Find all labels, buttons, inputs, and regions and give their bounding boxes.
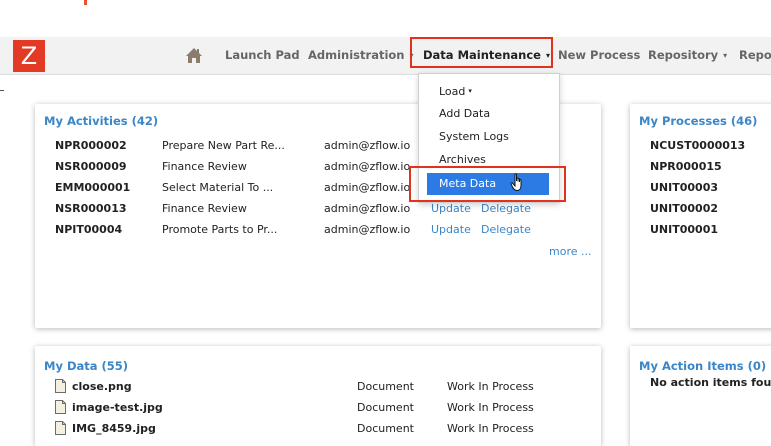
activity-user: admin@zflow.io <box>324 160 411 173</box>
nav-administration-label: Administration <box>308 48 405 62</box>
nav-repo-truncated[interactable]: Repo <box>739 37 771 74</box>
document-icon <box>55 400 66 414</box>
left-edge-tick <box>0 90 4 91</box>
activity-task: Promote Parts to Pr... <box>162 223 278 236</box>
data-file-type: Document <box>357 422 414 435</box>
data-file-name[interactable]: image-test.jpg <box>72 397 163 418</box>
menu-item-load-label: Load <box>439 85 466 98</box>
nav-repo-label: Repo <box>739 48 771 62</box>
nav-new-process[interactable]: New Process <box>558 37 640 74</box>
process-id[interactable]: NPR000015 <box>650 156 722 177</box>
data-file-status: Work In Process <box>447 422 534 435</box>
activity-user: admin@zflow.io <box>324 139 411 152</box>
chevron-down-icon: ▾ <box>468 87 472 95</box>
activity-task: Select Material To ... <box>162 181 274 194</box>
home-icon[interactable] <box>185 47 203 64</box>
data-file-type: Document <box>357 380 414 393</box>
my-activities-title[interactable]: My Activities (42) <box>44 114 158 128</box>
hand-pointer-icon <box>510 173 522 192</box>
menu-item-add-data[interactable]: Add Data <box>419 103 559 125</box>
my-action-items-title[interactable]: My Action Items (0) <box>639 359 766 373</box>
table-row: NPIT00004 Promote Parts to Pr... admin@z… <box>35 219 601 240</box>
menu-item-archives-label: Archives <box>439 153 486 166</box>
activity-user: admin@zflow.io <box>324 181 411 194</box>
process-id[interactable]: UNIT00002 <box>650 198 718 219</box>
nav-repository[interactable]: Repository ▾ <box>648 37 727 74</box>
my-data-title[interactable]: My Data (55) <box>44 359 128 373</box>
activity-task: Finance Review <box>162 160 247 173</box>
nav-repository-label: Repository <box>648 48 719 62</box>
menu-item-system-logs-label: System Logs <box>439 130 509 143</box>
activity-user: admin@zflow.io <box>324 223 411 236</box>
data-file-name[interactable]: close.png <box>72 376 132 397</box>
activities-more-link[interactable]: more ... <box>549 245 591 258</box>
nav-launch-pad-label: Launch Pad <box>225 48 300 62</box>
menu-item-add-data-label: Add Data <box>439 107 491 120</box>
process-id[interactable]: NCUST0000013 <box>650 135 745 156</box>
menu-item-load[interactable]: Load ▾ <box>419 80 559 102</box>
table-row: image-test.jpg Document Work In Process <box>35 397 601 418</box>
top-mark <box>84 0 87 5</box>
top-navbar: Z Launch Pad Administration ▾ Data Mainte… <box>0 37 771 75</box>
my-processes-panel: My Processes (46) NCUST0000013 NPR000015… <box>630 104 771 328</box>
data-maintenance-highlight-box <box>410 37 553 68</box>
data-file-type: Document <box>357 401 414 414</box>
activity-id[interactable]: NPR000002 <box>55 135 127 156</box>
action-items-empty-text: No action items fou <box>650 376 771 389</box>
nav-launch-pad[interactable]: Launch Pad <box>225 37 300 74</box>
document-icon <box>55 379 66 393</box>
my-action-items-panel: My Action Items (0) No action items fou <box>630 346 771 446</box>
table-row: IMG_8459.jpg Document Work In Process <box>35 418 601 439</box>
delegate-link[interactable]: Delegate <box>481 219 531 240</box>
nav-administration[interactable]: Administration ▾ <box>308 37 414 74</box>
activity-id[interactable]: NSR000009 <box>55 156 127 177</box>
update-link[interactable]: Update <box>431 219 471 240</box>
process-id[interactable]: UNIT00003 <box>650 177 718 198</box>
meta-data-highlight-box <box>409 166 566 202</box>
data-file-status: Work In Process <box>447 380 534 393</box>
process-id[interactable]: UNIT00001 <box>650 219 718 240</box>
menu-item-system-logs[interactable]: System Logs <box>419 126 559 148</box>
data-file-name[interactable]: IMG_8459.jpg <box>72 418 156 439</box>
chevron-down-icon: ▾ <box>723 51 728 60</box>
activity-id[interactable]: NPIT00004 <box>55 219 122 240</box>
activity-task: Prepare New Part Re... <box>162 139 285 152</box>
nav-new-process-label: New Process <box>558 48 641 62</box>
activity-user: admin@zflow.io <box>324 202 411 215</box>
activity-id[interactable]: NSR000013 <box>55 198 127 219</box>
activity-id[interactable]: EMM000001 <box>55 177 130 198</box>
table-row: close.png Document Work In Process <box>35 376 601 397</box>
data-file-status: Work In Process <box>447 401 534 414</box>
my-processes-title[interactable]: My Processes (46) <box>639 114 757 128</box>
my-data-panel: My Data (55) close.png Document Work In … <box>35 346 601 446</box>
document-icon <box>55 421 66 435</box>
zflow-logo[interactable]: Z <box>13 40 45 72</box>
activity-task: Finance Review <box>162 202 247 215</box>
